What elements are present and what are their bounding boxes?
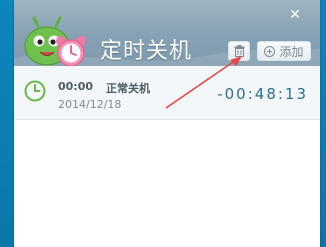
task-row[interactable]: 00:00 正常关机 2014/12/18 -00:48:13 bbox=[14, 66, 320, 120]
app-title: 定时关机 bbox=[100, 39, 193, 64]
pink-alarm-clock-icon bbox=[56, 36, 86, 66]
countdown-timer: -00:48:13 bbox=[217, 85, 308, 103]
plus-circle-icon bbox=[264, 45, 276, 57]
close-button[interactable]: ✕ bbox=[288, 8, 302, 22]
task-time: 00:00 bbox=[58, 80, 94, 93]
delete-button[interactable] bbox=[228, 41, 250, 61]
task-type-label: 正常关机 bbox=[106, 82, 150, 95]
trash-icon bbox=[234, 45, 244, 57]
timer-shutdown-window: ✕ 定时关机 添加 00:00 正常关机 2014/12/18 -00:48:1… bbox=[14, 0, 320, 247]
task-date: 2014/12/18 bbox=[58, 98, 122, 111]
add-button[interactable]: 添加 bbox=[257, 41, 311, 61]
window-header: ✕ 定时关机 添加 bbox=[14, 0, 320, 66]
add-button-label: 添加 bbox=[279, 44, 304, 59]
green-clock-icon bbox=[24, 80, 46, 102]
